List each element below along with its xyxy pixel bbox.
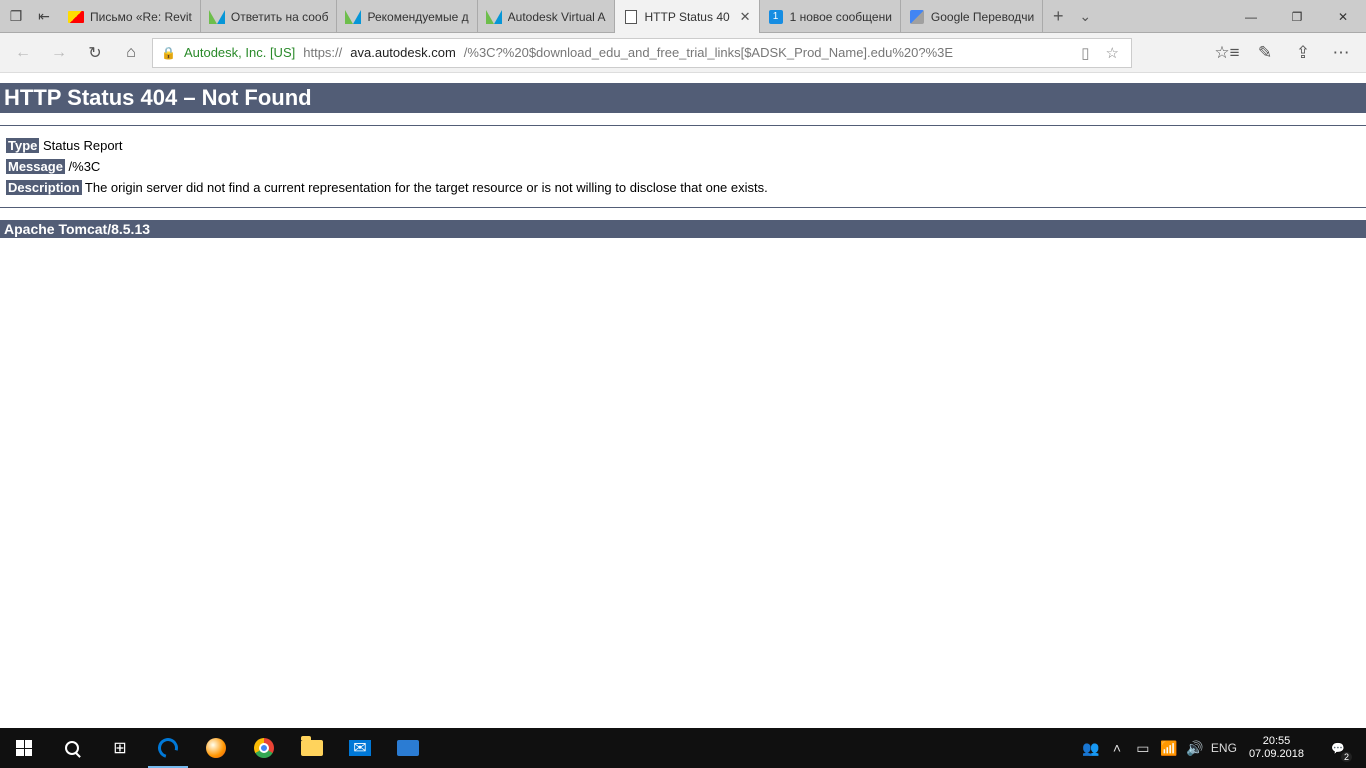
lock-icon: 🔒	[161, 46, 176, 60]
description-line: Description The origin server did not fi…	[6, 180, 1360, 195]
type-label: Type	[6, 138, 39, 153]
url-field[interactable]: 🔒 Autodesk, Inc. [US] https:// ava.autode…	[152, 38, 1132, 68]
url-host: ava.autodesk.com	[350, 45, 456, 60]
tab-http-404[interactable]: HTTP Status 40 ✕	[615, 0, 760, 33]
minimize-button[interactable]: —	[1228, 0, 1274, 33]
language-indicator[interactable]: ENG	[1211, 728, 1237, 768]
tab-strip-sys-buttons: ❐ ⇤	[0, 0, 60, 32]
start-button[interactable]	[0, 728, 48, 768]
tab-autodesk-reply[interactable]: Ответить на сооб	[201, 0, 338, 33]
reading-view-icon[interactable]: ▯	[1077, 44, 1093, 62]
tab-autodesk-recommended[interactable]: Рекомендуемые д	[337, 0, 477, 33]
page-favicon-icon	[623, 9, 639, 25]
tab-label: Autodesk Virtual A	[508, 10, 606, 24]
system-tray: 👥 ˄ ▭ 📶 🔊 ENG 20:55 07.09.2018 💬2	[1075, 728, 1366, 768]
show-tabs-aside-icon[interactable]: ⇤	[30, 0, 58, 33]
yandex-favicon-icon	[68, 9, 84, 25]
taskbar-chrome[interactable]	[240, 728, 288, 768]
clock-date: 07.09.2018	[1249, 748, 1304, 761]
tab-label: Рекомендуемые д	[367, 10, 468, 24]
taskbar-explorer[interactable]	[288, 728, 336, 768]
volume-icon[interactable]: 🔊	[1185, 728, 1205, 768]
new-tab-button[interactable]: +	[1043, 0, 1073, 32]
notes-icon[interactable]: ✎	[1248, 38, 1282, 68]
windows-taskbar: ⊞ 👥 ˄ ▭ 📶 🔊 ENG 20:55 07.09.2018 💬2	[0, 728, 1366, 768]
divider	[0, 207, 1366, 208]
error-heading: HTTP Status 404 – Not Found	[0, 83, 1366, 113]
maximize-button[interactable]: ❐	[1274, 0, 1320, 33]
home-button[interactable]: ⌂	[116, 38, 146, 68]
wifi-icon[interactable]: 📶	[1159, 728, 1179, 768]
tab-label: Google Переводчи	[931, 10, 1034, 24]
tabs-overflow-button[interactable]: ⌄	[1073, 0, 1097, 32]
back-button[interactable]: ←	[8, 38, 38, 68]
refresh-button[interactable]: ↻	[80, 38, 110, 68]
type-line: Type Status Report	[6, 138, 1360, 153]
description-value: The origin server did not find a current…	[82, 180, 768, 195]
tab-label: Ответить на сооб	[231, 10, 329, 24]
autodesk-favicon-icon	[209, 9, 225, 25]
share-icon[interactable]: ⇪	[1286, 38, 1320, 68]
battery-icon[interactable]: ▭	[1133, 728, 1153, 768]
settings-more-icon[interactable]: ⋯	[1324, 38, 1358, 68]
message-value: /%3C	[65, 159, 100, 174]
autodesk-favicon-icon	[486, 9, 502, 25]
close-tab-icon[interactable]: ✕	[740, 9, 751, 25]
type-value: Status Report	[39, 138, 122, 153]
autodesk-favicon-icon	[345, 9, 361, 25]
task-view-button[interactable]: ⊞	[96, 728, 144, 768]
description-label: Description	[6, 180, 82, 195]
clock[interactable]: 20:55 07.09.2018	[1243, 735, 1310, 761]
tab-label: 1 новое сообщени	[790, 10, 892, 24]
tab-yandex-mail[interactable]: Письмо «Re: Revit	[60, 0, 201, 33]
search-button[interactable]	[48, 728, 96, 768]
close-window-button[interactable]: ✕	[1320, 0, 1366, 33]
server-signature: Apache Tomcat/8.5.13	[0, 220, 1366, 238]
tab-google-translate[interactable]: Google Переводчи	[901, 0, 1043, 33]
tray-overflow-icon[interactable]: ˄	[1107, 728, 1127, 768]
address-bar: ← → ↻ ⌂ 🔒 Autodesk, Inc. [US] https:// av…	[0, 33, 1366, 73]
page-content: HTTP Status 404 – Not Found Type Status …	[0, 83, 1366, 238]
forward-button[interactable]: →	[44, 38, 74, 68]
divider	[0, 125, 1366, 126]
tab-mailru[interactable]: 1 1 новое сообщени	[760, 0, 901, 33]
url-scheme: https://	[303, 45, 342, 60]
action-center-icon[interactable]: 💬2	[1316, 728, 1360, 768]
people-icon[interactable]: 👥	[1081, 728, 1101, 768]
cert-owner: Autodesk, Inc. [US]	[184, 45, 295, 60]
favorites-hub-icon[interactable]: ☆≡	[1210, 38, 1244, 68]
clock-time: 20:55	[1263, 735, 1291, 748]
mailru-favicon-icon: 1	[768, 9, 784, 25]
url-path: /%3C?%20$download_edu_and_free_trial_lin…	[464, 45, 953, 60]
taskbar-mail[interactable]	[336, 728, 384, 768]
taskbar-firefox[interactable]	[192, 728, 240, 768]
set-aside-tabs-icon[interactable]: ❐	[2, 0, 30, 33]
message-line: Message /%3C	[6, 159, 1360, 174]
tab-label: HTTP Status 40	[645, 10, 730, 24]
gtranslate-favicon-icon	[909, 9, 925, 25]
window-controls: — ❐ ✕	[1228, 0, 1366, 33]
taskbar-app[interactable]	[384, 728, 432, 768]
tab-autodesk-virtual[interactable]: Autodesk Virtual A	[478, 0, 615, 33]
notification-count: 2	[1341, 752, 1352, 762]
taskbar-edge[interactable]	[144, 728, 192, 768]
tab-label: Письмо «Re: Revit	[90, 10, 192, 24]
favorite-star-icon[interactable]: ☆	[1102, 44, 1123, 62]
toolbar-right: ☆≡ ✎ ⇪ ⋯	[1210, 38, 1358, 68]
browser-tab-strip: ❐ ⇤ Письмо «Re: Revit Ответить на сооб Р…	[0, 0, 1366, 33]
message-label: Message	[6, 159, 65, 174]
